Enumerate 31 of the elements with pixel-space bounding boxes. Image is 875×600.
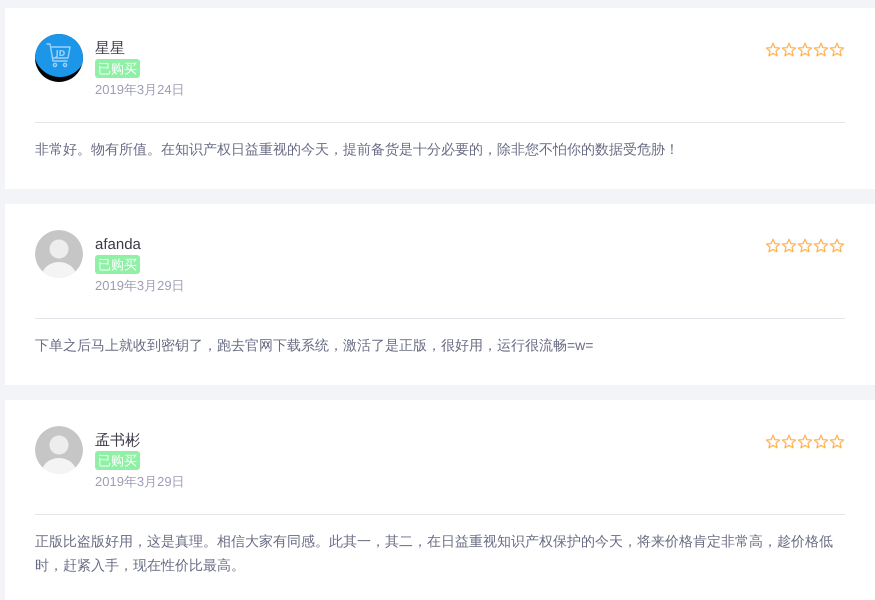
star-icon xyxy=(813,434,829,450)
review-text: 下单之后马上就收到密钥了，跑去官网下载系统，激活了是正版，很好用，运行很流畅=w= xyxy=(35,336,594,355)
star-icon xyxy=(797,238,813,254)
review-text: 正版比盗版好用，这是真理。相信大家有同感。此其一，其二，在日益重视知识产权保护的今天，将来价格肯定非常高，趁价格低时，赶紧入手，现在性价比最高。 xyxy=(35,532,834,575)
review-date: 2019年3月29日 xyxy=(95,277,185,295)
star-icon xyxy=(829,238,845,254)
review-date: 2019年3月29日 xyxy=(95,473,185,491)
cart-icon xyxy=(46,43,71,68)
star-icon xyxy=(781,42,797,58)
star-icon xyxy=(781,434,797,450)
purchased-badge: 已购买 xyxy=(95,255,140,274)
logo-text: JD xyxy=(56,49,66,58)
star-icon xyxy=(765,42,781,58)
star-icon xyxy=(765,434,781,450)
reviewer-name: 星星 xyxy=(95,39,125,59)
star-icon xyxy=(829,434,845,450)
star-icon xyxy=(829,42,845,58)
review-date: 2019年3月24日 xyxy=(95,81,185,99)
star-icon xyxy=(797,434,813,450)
star-icon xyxy=(765,238,781,254)
user-avatar-icon xyxy=(35,426,83,474)
star-icon xyxy=(813,238,829,254)
user-avatar-icon xyxy=(35,230,83,278)
purchased-badge: 已购买 xyxy=(95,59,140,78)
star-icon xyxy=(797,42,813,58)
reviewer-name: 孟书彬 xyxy=(95,431,140,451)
reviewer-name: afanda xyxy=(95,235,141,255)
star-icon xyxy=(813,42,829,58)
star-icon xyxy=(781,238,797,254)
review-text: 非常好。物有所值。在知识产权日益重视的今天，提前备货是十分必要的，除非您不怕你的数据受危胁！ xyxy=(35,140,680,159)
purchased-badge: 已购买 xyxy=(95,451,140,470)
